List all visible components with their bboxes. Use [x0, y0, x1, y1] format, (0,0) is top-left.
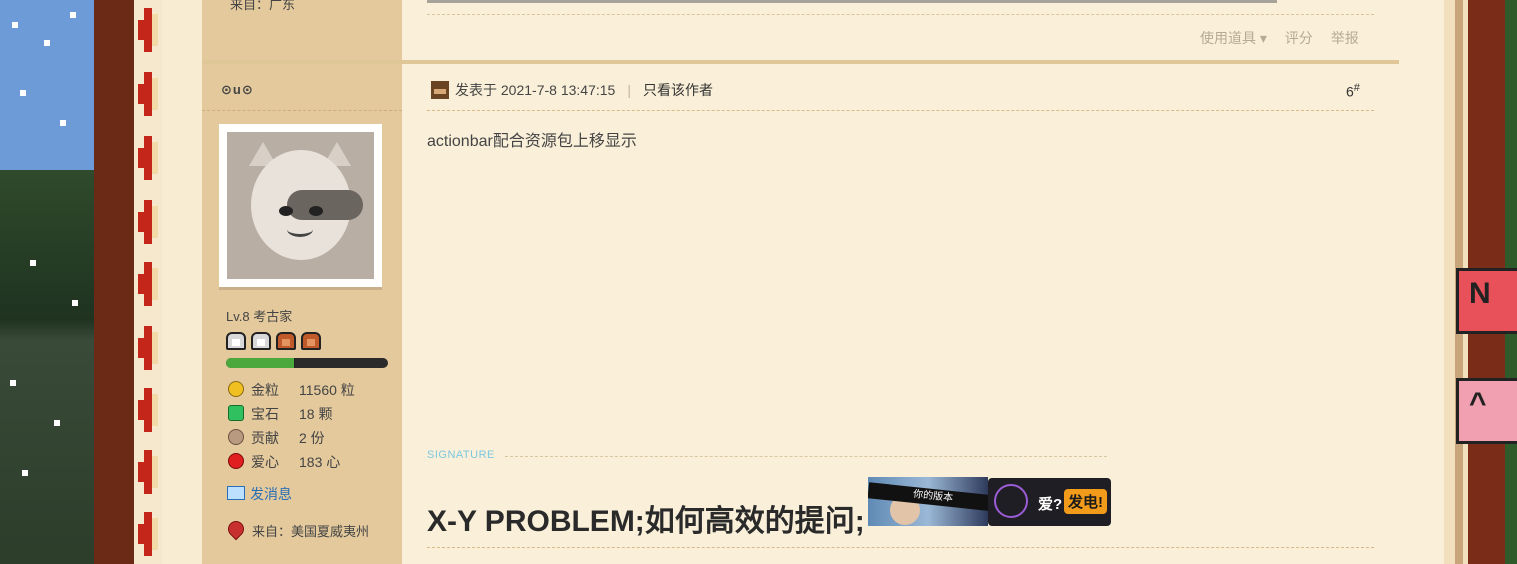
logo-icon [994, 484, 1028, 518]
background-scenery-left [0, 0, 96, 564]
frame-hook-icon [138, 72, 160, 116]
stat-gem: 宝石 18 颗 [228, 404, 332, 424]
side-new-badge[interactable]: N [1456, 268, 1517, 334]
frame-hook-icon [138, 450, 160, 494]
medal-icon[interactable] [301, 332, 321, 350]
report-button[interactable]: 举报 [1331, 30, 1359, 46]
apple-heart-icon [228, 453, 244, 469]
author-location-text: 来自：美国夏威夷州 [252, 524, 370, 539]
steve-head-icon [431, 81, 449, 99]
rate-button[interactable]: 评分 [1285, 30, 1313, 46]
stat-value: 2 份 [299, 430, 325, 446]
frame-left-border [94, 0, 134, 564]
location-pin-icon [224, 517, 248, 541]
frame-hook-icon [138, 512, 160, 556]
signature-text[interactable]: X-Y PROBLEM;如何高效的提问; [427, 496, 865, 540]
author-location: 来自：美国夏威夷州 [224, 517, 370, 541]
experience-bar-fill [226, 358, 296, 368]
signature-image-caption: 你的版本 [868, 482, 988, 512]
medal-row [226, 332, 321, 350]
previous-author-from: 来自：广东 [230, 0, 296, 12]
post-timestamp: 发表于 2021-7-8 13:47:15 [455, 82, 616, 98]
frame-hook-icon [138, 136, 160, 180]
signature-sponsor-image[interactable]: 爱? 发电! [988, 478, 1111, 526]
divider [427, 110, 1374, 111]
gold-nugget-icon [228, 381, 244, 397]
signature-label: SIGNATURE [427, 449, 495, 461]
signature-divider [505, 456, 1107, 457]
divider [427, 14, 1374, 15]
sponsor-button-text: 发电! [1064, 489, 1107, 514]
medal-icon[interactable] [251, 332, 271, 350]
stat-heart: 爱心 183 心 [228, 452, 340, 472]
stat-value: 183 心 [299, 454, 341, 470]
stat-value: 18 颗 [299, 406, 333, 422]
divider [427, 547, 1374, 548]
avatar-shadow [219, 287, 382, 290]
author-level: Lv.8 考古家 [226, 309, 293, 324]
sponsor-text: 爱? [1038, 496, 1063, 513]
frame-hook-icon [138, 326, 160, 370]
use-item-button[interactable]: 使用道具 ▾ [1200, 30, 1267, 46]
frame-hook-icon [138, 200, 160, 244]
author-username[interactable]: ⊙u⊙ [221, 82, 254, 98]
floor-number[interactable]: 6# [1346, 82, 1360, 100]
only-author-link[interactable]: 只看该作者 [643, 80, 713, 100]
frame-hook-icon [138, 262, 160, 306]
back-to-top-button[interactable]: ^ [1456, 378, 1517, 444]
cat-avatar-image [227, 132, 374, 279]
stat-value: 11560 粒 [299, 382, 355, 398]
stat-gold: 金粒 11560 粒 [228, 380, 355, 400]
stat-label: 贡献 [251, 430, 279, 446]
send-message-link[interactable]: 发消息 [227, 484, 292, 504]
frame-hook-icon [138, 8, 160, 52]
contribution-icon [228, 429, 244, 445]
previous-post-image [427, 0, 1277, 3]
floor-number-value: 6 [1346, 83, 1354, 100]
post-header: 发表于 2021-7-8 13:47:15 | 只看该作者 [431, 80, 713, 100]
post-separator [202, 60, 1399, 64]
author-avatar[interactable] [219, 124, 382, 287]
frame-hook-icon [138, 388, 160, 432]
medal-icon[interactable] [226, 332, 246, 350]
send-message-label: 发消息 [250, 486, 292, 502]
post-content: actionbar配合资源包上移显示 [427, 133, 637, 150]
stat-label: 爱心 [251, 454, 279, 470]
frame-left-inner [162, 0, 202, 564]
stat-contribution: 贡献 2 份 [228, 428, 325, 448]
gem-icon [228, 405, 244, 421]
previous-post-actions: 使用道具 ▾ 评分 举报 [1200, 28, 1373, 48]
floor-mark: # [1353, 82, 1360, 94]
stat-label: 宝石 [251, 406, 279, 422]
experience-bar [226, 358, 388, 368]
medal-icon[interactable] [276, 332, 296, 350]
stat-label: 金粒 [251, 382, 279, 398]
divider [202, 110, 402, 111]
separator: | [627, 82, 631, 98]
signature-version-image[interactable]: 你的版本 [868, 477, 988, 526]
envelope-icon [227, 486, 245, 500]
